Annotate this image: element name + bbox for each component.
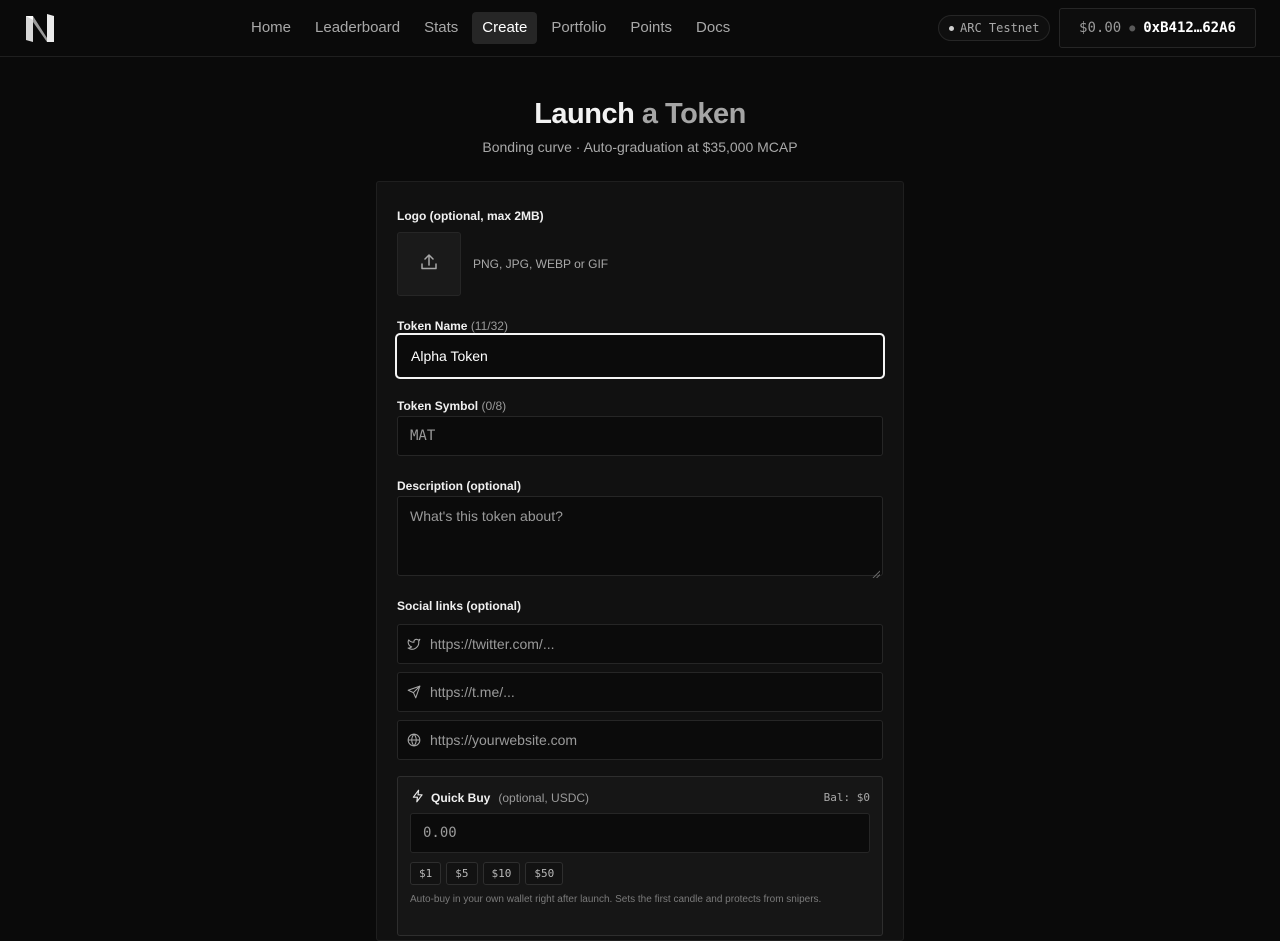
token-symbol-input[interactable]: MAT	[397, 416, 883, 456]
token-name-label-text: Token Name	[397, 319, 468, 333]
preset-1-button[interactable]: $1	[410, 862, 442, 885]
token-symbol-placeholder: MAT	[410, 428, 436, 444]
nav-leaderboard[interactable]: Leaderboard	[305, 12, 410, 44]
create-token-form: Logo (optional, max 2MB) PNG, JPG, WEBP …	[376, 181, 904, 941]
page-subtitle: Bonding curve · Auto-graduation at $35,0…	[482, 139, 798, 155]
twitter-icon	[406, 636, 422, 652]
quick-buy-amount-input[interactable]: 0.00	[410, 813, 870, 853]
description-placeholder: What's this token about?	[410, 508, 563, 524]
description-label: Description (optional)	[397, 479, 521, 493]
token-name-counter: (11/32)	[470, 319, 508, 333]
wallet-address: 0xB412…62A6	[1143, 20, 1236, 36]
nav-docs[interactable]: Docs	[686, 12, 740, 44]
nav-home[interactable]: Home	[241, 12, 301, 44]
wallet-button[interactable]: $0.00 ● 0xB412…62A6	[1059, 8, 1256, 48]
logo-upload-button[interactable]	[397, 232, 461, 296]
nav-portfolio[interactable]: Portfolio	[541, 12, 616, 44]
telegram-link-input[interactable]: https://t.me/...	[397, 672, 883, 712]
nav-create[interactable]: Create	[472, 12, 538, 44]
preset-10-button[interactable]: $10	[482, 862, 521, 885]
network-name: ARC Testnet	[960, 21, 1040, 35]
token-name-label: Token Name (11/32)	[397, 319, 508, 333]
resize-grip-icon[interactable]	[872, 565, 881, 579]
preset-50-button[interactable]: $50	[525, 862, 564, 885]
telegram-icon	[406, 684, 422, 700]
quick-buy-balance: Bal: $0	[823, 791, 870, 804]
description-textarea[interactable]: What's this token about?	[397, 496, 883, 579]
telegram-placeholder: https://t.me/...	[430, 684, 515, 700]
nav-points[interactable]: Points	[620, 12, 682, 44]
token-name-input[interactable]: Alpha Token	[395, 333, 885, 379]
globe-icon	[406, 732, 422, 748]
website-link-input[interactable]: https://yourwebsite.com	[397, 720, 883, 760]
network-status-dot	[949, 25, 954, 31]
twitter-link-input[interactable]: https://twitter.com/...	[397, 624, 883, 664]
token-name-value: Alpha Token	[411, 348, 488, 364]
token-symbol-counter: (0/8)	[481, 399, 507, 413]
preset-5-button[interactable]: $5	[446, 862, 478, 885]
social-links-label: Social links (optional)	[397, 599, 522, 613]
quick-buy-subtitle: (optional, USDC)	[498, 790, 590, 805]
token-symbol-label-text: Token Symbol	[397, 399, 479, 413]
quick-buy-placeholder: 0.00	[423, 825, 457, 841]
lightning-icon	[411, 789, 425, 806]
twitter-placeholder: https://twitter.com/...	[430, 636, 555, 652]
wallet-separator: ●	[1129, 22, 1136, 34]
logo-format-hint: PNG, JPG, WEBP or GIF	[473, 257, 609, 271]
logo-label: Logo (optional, max 2MB)	[397, 209, 544, 223]
page-title-part2: a Token	[641, 98, 746, 130]
wallet-balance: $0.00	[1079, 20, 1122, 36]
website-placeholder: https://yourwebsite.com	[430, 732, 578, 748]
quick-buy-header: Quick Buy (optional, USDC)	[411, 789, 589, 806]
quick-buy-presets: $1 $5 $10 $50	[410, 862, 564, 885]
top-nav-bar: Home Leaderboard Stats Create Portfolio …	[0, 0, 1280, 57]
nav-stats[interactable]: Stats	[414, 12, 468, 44]
token-symbol-label: Token Symbol (0/8)	[397, 399, 506, 413]
page-title: Launch a Token	[0, 98, 1280, 131]
upload-icon	[419, 252, 439, 277]
quick-buy-title: Quick Buy	[431, 790, 491, 805]
network-badge[interactable]: ARC Testnet	[938, 15, 1051, 41]
main-nav: Home Leaderboard Stats Create Portfolio …	[241, 12, 740, 44]
page-title-part1: Launch	[534, 98, 635, 130]
quick-buy-panel: Quick Buy (optional, USDC) Bal: $0 0.00 …	[397, 776, 883, 936]
n-logo-icon[interactable]	[24, 12, 56, 44]
